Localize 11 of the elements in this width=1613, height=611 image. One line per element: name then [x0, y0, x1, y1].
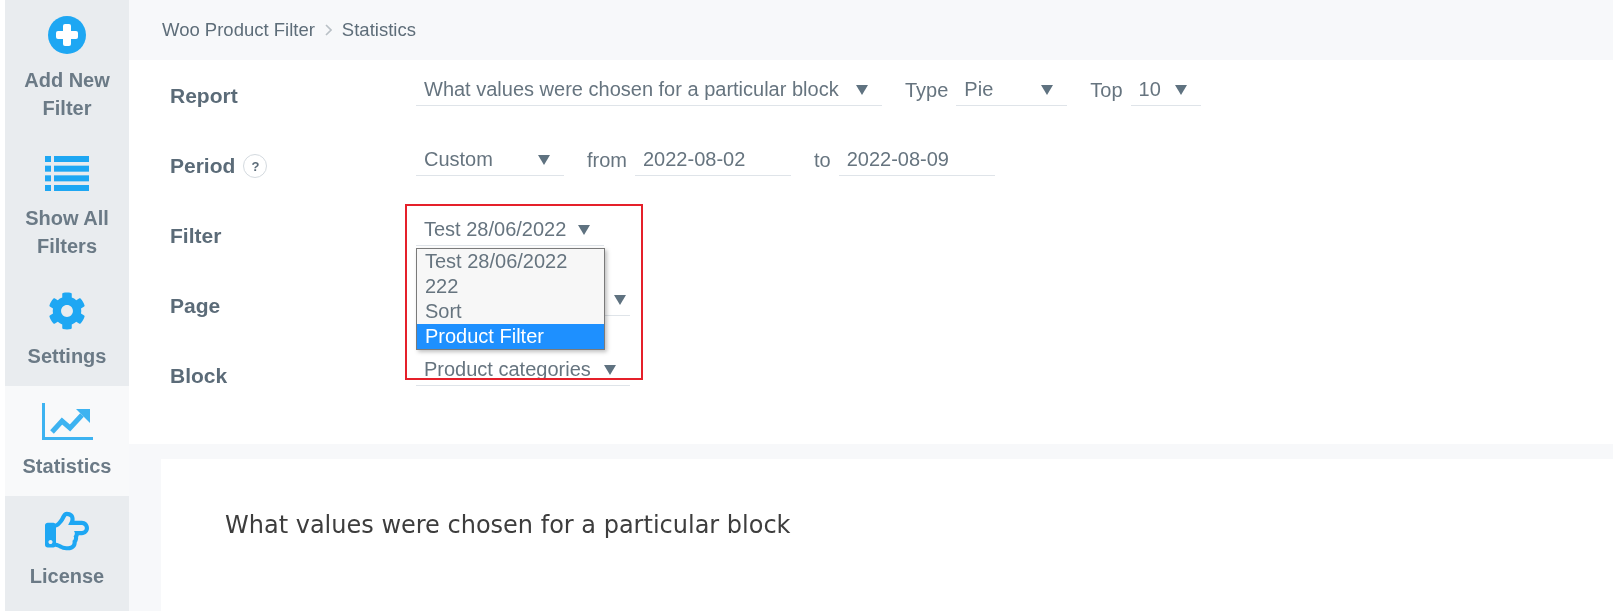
field-label: Type [905, 78, 949, 102]
field-label: to [814, 148, 831, 172]
breadcrumb-current: Statistics [341, 19, 416, 41]
form-label: Filter [170, 224, 222, 248]
form-label: Block [170, 364, 228, 388]
form-label: Page [170, 294, 221, 318]
form-label: Report [170, 84, 238, 108]
field-label: from [587, 148, 627, 172]
form-label: Period [170, 154, 236, 178]
chart-title: What values were chosen for a particular block [225, 510, 792, 540]
field-label: Top [1090, 78, 1123, 102]
